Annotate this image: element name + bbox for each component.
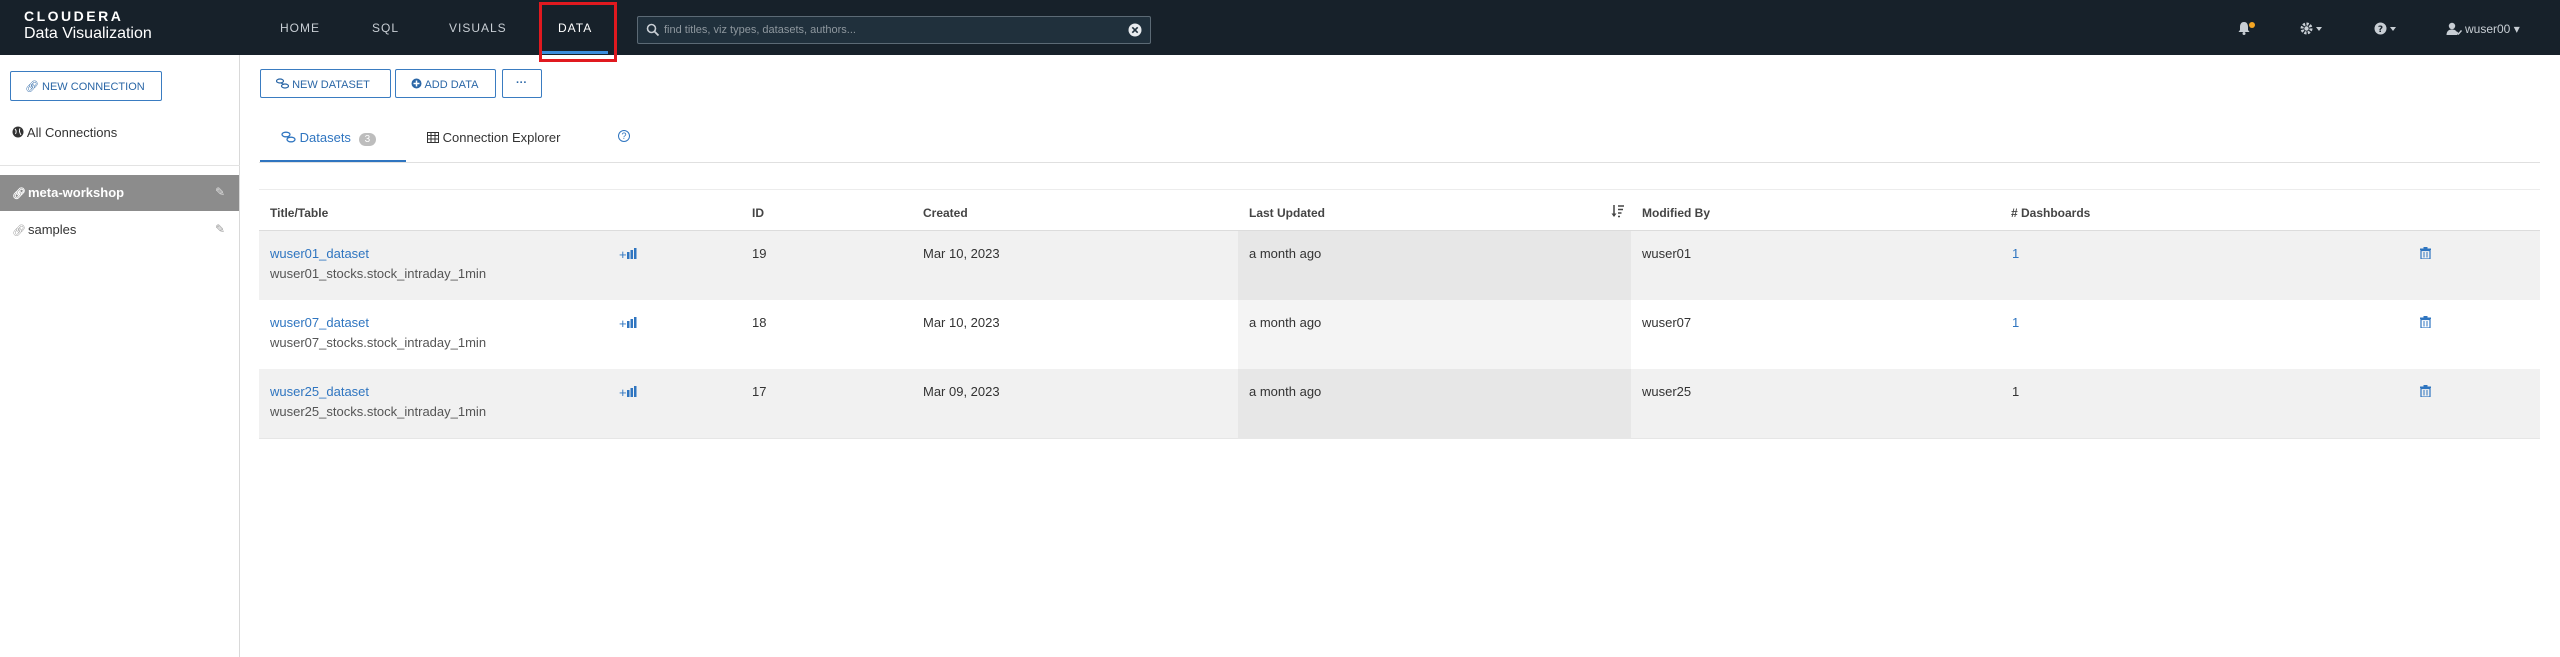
new-connection-text: NEW CONNECTION	[42, 81, 145, 93]
new-connection-label: 🔗︎ NEW CONNECTION	[25, 80, 145, 93]
tab-datasets-label: Datasets	[299, 130, 351, 145]
table-row: wuser25_dataset wuser25_stocks.stock_int…	[259, 369, 2540, 439]
global-search[interactable]	[637, 16, 1151, 44]
notification-dot	[2249, 22, 2255, 28]
dataset-title-link[interactable]: wuser25_dataset	[270, 384, 369, 399]
top-navbar: CLOUDERA Data Visualization HOME SQL VIS…	[0, 0, 2560, 62]
add-data-text: ADD DATA	[424, 79, 479, 91]
table-header: Title/Table ID Created Last Updated Modi…	[259, 189, 2540, 231]
dataset-table-name: wuser25_stocks.stock_intraday_1min	[270, 404, 487, 419]
dataset-icon	[275, 78, 290, 89]
plus-circle-icon	[411, 78, 422, 89]
new-connection-button[interactable]: 🔗︎ NEW CONNECTION	[10, 71, 162, 101]
last-updated: a month ago	[1249, 246, 1322, 261]
nav-sql[interactable]: SQL	[372, 21, 399, 35]
new-dataset-text: NEW DATASET	[292, 79, 370, 91]
new-dashboard-icon[interactable]: +	[619, 247, 637, 262]
connection-label: samples	[28, 222, 77, 237]
nav-visuals[interactable]: VISUALS	[449, 21, 507, 35]
dataset-title-link[interactable]: wuser07_dataset	[270, 315, 369, 330]
more-icon: ···	[516, 77, 527, 89]
more-actions-button[interactable]: ···	[502, 69, 542, 98]
tab-datasets[interactable]: Datasets 3	[281, 130, 377, 146]
nav-home[interactable]: HOME	[280, 21, 320, 35]
globe-icon	[12, 126, 24, 138]
modified-by: wuser07	[1642, 315, 1692, 330]
modified-by: wuser01	[1642, 246, 1692, 261]
settings-gear-icon[interactable]	[2300, 22, 2324, 35]
dataset-id: 18	[752, 315, 767, 330]
link-icon: 🔗︎	[12, 225, 26, 237]
user-menu[interactable]: wuser00 ▾	[2465, 22, 2520, 36]
modified-by: wuser25	[1642, 384, 1692, 399]
annotation-highlight-box	[539, 2, 617, 62]
created-date: Mar 10, 2023	[923, 246, 1000, 261]
tabs-divider	[259, 162, 2540, 163]
column-header-modified-by[interactable]: Modified By	[1642, 206, 1710, 220]
delete-trash-icon[interactable]	[2420, 385, 2431, 397]
logo-brand: CLOUDERA	[24, 8, 124, 24]
connections-sidebar: 🔗︎ NEW CONNECTION All Connections 🔗︎ met…	[0, 55, 240, 657]
dashboards-count-link[interactable]: 1	[2012, 246, 2019, 261]
dataset-id: 17	[752, 384, 767, 399]
add-data-label: ADD DATA	[411, 78, 478, 91]
dataset-table-name: wuser01_stocks.stock_intraday_1min	[270, 266, 487, 281]
last-updated: a month ago	[1249, 315, 1322, 330]
sorted-column-highlight	[1238, 300, 1631, 370]
created-date: Mar 10, 2023	[923, 315, 1000, 330]
dashboards-count: 1	[2012, 384, 2020, 399]
column-header-title[interactable]: Title/Table	[270, 206, 328, 220]
column-header-dashboards[interactable]: # Dashboards	[2011, 206, 2090, 220]
app-logo[interactable]: CLOUDERA Data Visualization	[24, 8, 152, 44]
created-date: Mar 09, 2023	[923, 384, 1000, 399]
search-input[interactable]	[664, 20, 1114, 40]
connection-item-meta-workshop[interactable]: 🔗︎ meta-workshop ✎	[0, 175, 239, 211]
dataset-title-link[interactable]: wuser01_dataset	[270, 246, 369, 261]
all-connections-label: All Connections	[26, 125, 118, 140]
column-header-created[interactable]: Created	[923, 206, 968, 220]
logo-product: Data Visualization	[24, 25, 152, 42]
delete-trash-icon[interactable]	[2420, 247, 2431, 259]
link-icon: 🔗︎	[12, 188, 26, 200]
new-dashboard-icon[interactable]: +	[619, 385, 637, 400]
user-icon	[2446, 22, 2462, 36]
help-circle-icon[interactable]: ?	[618, 130, 630, 142]
table-row: wuser01_dataset wuser01_stocks.stock_int…	[259, 231, 2540, 301]
edit-pencil-icon[interactable]: ✎	[215, 185, 225, 199]
column-header-last-updated[interactable]: Last Updated	[1249, 206, 1325, 220]
sorted-column-highlight	[1238, 369, 1631, 439]
sorted-column-highlight	[1238, 231, 1631, 301]
table-row: wuser07_dataset wuser07_stocks.stock_int…	[259, 300, 2540, 370]
dashboards-count-link[interactable]: 1	[2012, 315, 2019, 330]
all-connections-link[interactable]: All Connections	[12, 125, 117, 140]
help-question-icon[interactable]: ?	[2374, 22, 2398, 35]
last-updated: a month ago	[1249, 384, 1322, 399]
edit-pencil-icon[interactable]: ✎	[215, 222, 225, 236]
tab-connection-explorer[interactable]: Connection Explorer	[427, 130, 560, 145]
user-name: wuser00	[2465, 22, 2511, 36]
search-icon	[646, 23, 660, 37]
add-data-button[interactable]: ADD DATA	[395, 69, 496, 98]
new-dataset-label: NEW DATASET	[275, 78, 370, 91]
column-header-id[interactable]: ID	[752, 206, 764, 220]
dataset-id: 19	[752, 246, 767, 261]
table-grid-icon	[427, 132, 439, 143]
tab-connection-explorer-label: Connection Explorer	[442, 130, 561, 145]
delete-trash-icon[interactable]	[2420, 316, 2431, 328]
connection-item-samples[interactable]: 🔗︎ samples ✎	[0, 212, 239, 248]
datasets-icon	[281, 131, 296, 143]
dataset-table-name: wuser07_stocks.stock_intraday_1min	[270, 335, 487, 350]
datasets-count-badge: 3	[358, 133, 377, 146]
connection-label: meta-workshop	[28, 185, 125, 200]
svg-text:?: ?	[2378, 25, 2383, 35]
new-dashboard-icon[interactable]: +	[619, 316, 637, 331]
sort-descending-icon[interactable]	[1611, 204, 1625, 218]
link-icon: 🔗︎	[25, 81, 39, 93]
new-dataset-button[interactable]: NEW DATASET	[260, 69, 391, 98]
sidebar-divider	[0, 165, 240, 166]
clear-search-icon[interactable]	[1128, 23, 1142, 37]
